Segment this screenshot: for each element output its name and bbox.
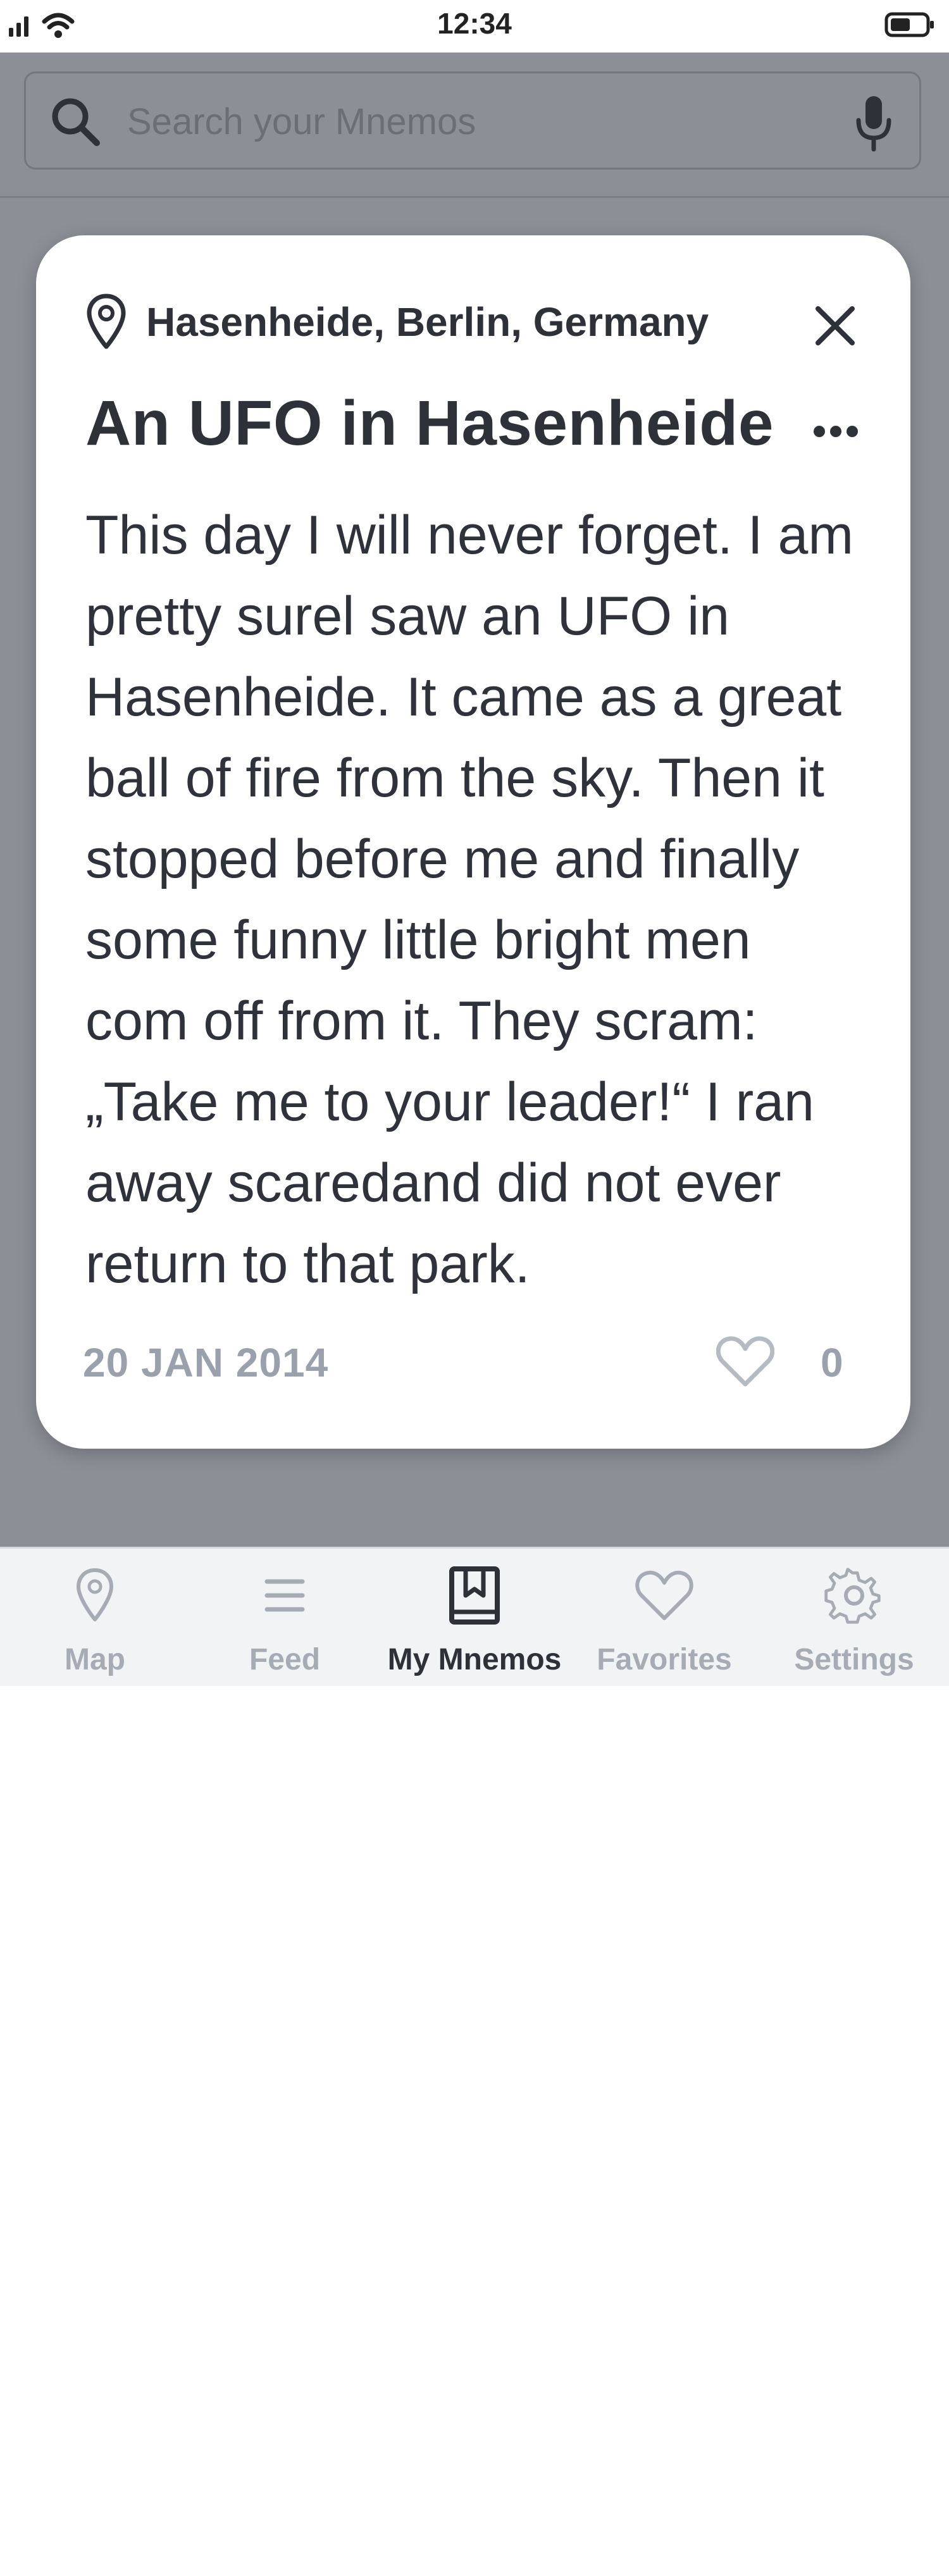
tab-label-map: Map: [65, 1643, 125, 1676]
tab-settings[interactable]: Settings: [759, 1549, 949, 1688]
status-bar: 12:34: [0, 0, 949, 53]
tab-label-settings: Settings: [794, 1643, 914, 1676]
search-bar[interactable]: [24, 71, 921, 170]
book-icon: [449, 1566, 500, 1625]
tab-my-mnemos[interactable]: My Mnemos: [380, 1549, 569, 1688]
microphone-icon[interactable]: [855, 95, 893, 152]
like-count: 0: [821, 1340, 843, 1385]
gear-icon: [824, 1568, 881, 1624]
status-time: 12:34: [437, 7, 512, 40]
mnemo-body-text: This day I will never forget. I am prett…: [85, 505, 853, 1294]
heart-icon: [635, 1570, 693, 1620]
mnemo-title: An UFO in Hasenheide: [85, 388, 774, 459]
tab-label-feed: Feed: [249, 1643, 321, 1676]
mnemo-date: 20 JAN 2014: [83, 1340, 329, 1385]
tab-feed[interactable]: Feed: [190, 1549, 380, 1688]
close-icon[interactable]: [813, 304, 857, 348]
map-pin-icon: [77, 1568, 113, 1621]
feed-lines-icon: [264, 1579, 305, 1612]
location-pin-icon: [87, 294, 126, 349]
mnemo-detail-card: Hasenheide, Berlin, Germany An UFO in Ha…: [36, 235, 910, 1449]
search-input[interactable]: [127, 91, 836, 152]
tab-label-favorites: Favorites: [597, 1643, 732, 1676]
more-options-icon[interactable]: [813, 424, 859, 439]
heart-like-icon[interactable]: [716, 1335, 774, 1388]
location-label: Hasenheide, Berlin, Germany: [146, 299, 709, 345]
search-icon: [52, 98, 100, 146]
bottom-tab-bar: Map Feed My Mnemos Favorites Settings: [0, 1547, 949, 1686]
tab-map[interactable]: Map: [0, 1549, 190, 1688]
tab-label-my-mnemos: My Mnemos: [387, 1643, 562, 1676]
tab-favorites[interactable]: Favorites: [569, 1549, 759, 1688]
battery-icon: [884, 12, 934, 37]
